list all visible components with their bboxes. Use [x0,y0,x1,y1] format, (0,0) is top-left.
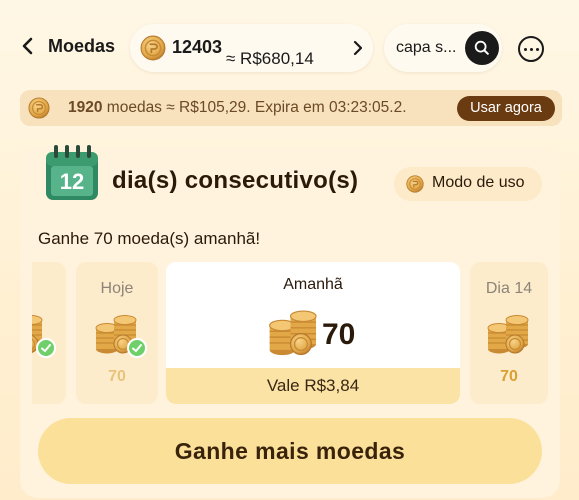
check-icon [36,338,56,358]
day-tile-11: 11 0 [32,262,66,404]
expiring-coins-text: 1920 moedas ≈ R$105,29. Expira em 03:23:… [68,99,407,117]
calendar-icon: 12 [46,145,98,200]
daily-reward-strip[interactable]: 11 0 Hoje 70 Amanhã 70 Vale R$3,84 Dia 1… [32,262,548,404]
day-label: Dia 14 [485,280,533,297]
day-amount: 0 [32,368,66,386]
coin-balance-pill[interactable]: 12403 ≈ R$680,14 [130,24,373,72]
coin-icon [140,35,166,61]
coin-stack-icon [266,300,322,358]
page-title: Moedas [48,36,116,56]
day-tile-today: Hoje 70 [76,262,158,404]
day-tile-tomorrow: Amanhã 70 Vale R$3,84 [166,262,460,404]
check-icon [127,338,147,358]
usage-mode-label: Modo de uso [432,174,525,191]
earn-tomorrow-message: Ganhe 70 moeda(s) amanhã! [38,229,261,248]
tomorrow-value: Vale R$3,84 [166,368,460,404]
coin-icon [28,97,50,119]
use-now-button[interactable]: Usar agora [457,96,555,121]
day-tile-14: Dia 14 70 [470,262,548,404]
check-in-card: 12 dia(s) consecutivo(s) Modo de uso Gan… [20,145,560,498]
streak-label: dia(s) consecutivo(s) [112,167,359,194]
expiring-coins-count: 1920 [68,99,103,116]
coin-balance-value: ≈ R$680,14 [226,49,314,68]
streak-days-count: 12 [60,169,84,194]
search-bar[interactable]: capa s... [384,24,502,72]
expiring-coins-detail: moedas ≈ R$105,29. Expira em 03:23:05.2. [102,99,407,116]
coin-icon [406,175,424,193]
more-icon[interactable] [518,36,544,62]
day-label: 11 [32,280,66,298]
day-label: Hoje [100,280,134,297]
day-amount: 70 [108,368,126,385]
usage-mode-button[interactable]: Modo de uso [394,167,542,201]
search-icon [474,40,489,55]
expiring-coins-banner: 1920 moedas ≈ R$105,29. Expira em 03:23:… [20,90,562,126]
back-arrow-icon[interactable] [16,34,40,58]
tomorrow-amount: 70 [322,318,356,351]
chevron-right-icon [353,40,363,56]
coin-balance-count: 12403 [172,37,223,57]
earn-more-coins-button[interactable]: Ganhe mais moedas [38,418,542,484]
top-bar: Moedas 12403 ≈ R$680,14 capa s... [0,22,579,74]
search-button[interactable] [465,31,499,65]
search-input[interactable]: capa s... [396,39,466,57]
day-amount: 70 [500,368,518,385]
coin-stack-icon [485,306,533,356]
day-label: Amanhã [283,276,343,293]
